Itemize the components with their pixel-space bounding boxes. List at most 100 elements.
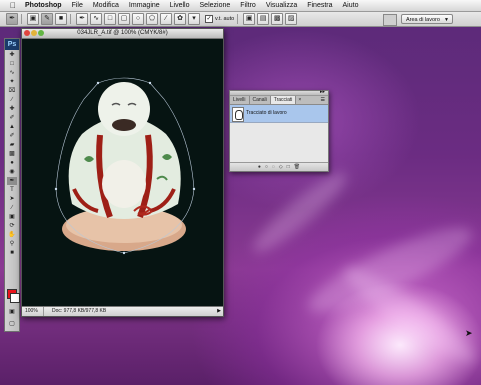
menu-filtro[interactable]: Filtro [235, 0, 261, 11]
path-thumbnail [232, 107, 244, 122]
exclude-path-area-icon[interactable]: ▨ [285, 13, 298, 25]
wallpaper-streak [246, 164, 354, 261]
fill-path-icon[interactable]: ● [258, 163, 261, 171]
zoom-level-field[interactable]: 100% [22, 307, 44, 316]
pen-icon[interactable]: ✒ [76, 13, 88, 25]
menu-file[interactable]: File [67, 0, 88, 11]
tab-close-icon[interactable]: × [296, 96, 303, 104]
path-name: Tracciato di lavoro [246, 110, 287, 116]
quick-mask-icon[interactable]: ▣ [7, 308, 17, 316]
document-title: 034JLR_A.tif @ 100% (CMYK/8#) [77, 30, 168, 36]
add-path-area-icon[interactable]: ▣ [243, 13, 256, 25]
lasso-tool-icon[interactable]: ∿ [7, 69, 17, 77]
healing-brush-tool-icon[interactable]: ✚ [7, 105, 17, 113]
mouse-pointer-icon: ➤ [465, 328, 473, 338]
menu-selezione[interactable]: Selezione [195, 0, 236, 11]
tab-canali[interactable]: Canali [250, 96, 271, 104]
menu-visualizza[interactable]: Visualizza [261, 0, 302, 11]
path-selection-tool-icon[interactable]: ➤ [7, 195, 17, 203]
ellipse-icon[interactable]: ○ [132, 13, 144, 25]
pen-tool-icon[interactable]: ✒ [7, 177, 17, 185]
chevron-down-icon: ▼ [444, 17, 449, 23]
divider [70, 14, 71, 24]
zoom-tool-icon[interactable]: ⚲ [7, 240, 17, 248]
image-canvas[interactable] [22, 39, 223, 306]
document-titlebar[interactable]: 034JLR_A.tif @ 100% (CMYK/8#) [22, 29, 223, 39]
menu-aiuto[interactable]: Aiuto [338, 0, 364, 11]
load-as-selection-icon[interactable]: ◌ [272, 163, 275, 171]
subtract-path-area-icon[interactable]: ▤ [257, 13, 270, 25]
buddha-figurine-image [54, 77, 196, 255]
menu-bar:  Photoshop File Modifica Immagine Livel… [0, 0, 481, 12]
brush-tool-icon[interactable]: ✐ [7, 114, 17, 122]
shape-layers-icon[interactable]: ▣ [27, 13, 39, 25]
marquee-tool-icon[interactable]: □ [7, 60, 17, 68]
line-icon[interactable]: ∕ [160, 13, 172, 25]
gradient-tool-icon[interactable]: ▩ [7, 150, 17, 158]
eyedropper-tool-icon[interactable]: ∕ [7, 96, 17, 104]
workspace-label: Area di lavoro [406, 17, 440, 23]
divider [21, 14, 22, 24]
default-colors-icon[interactable]: ■ [7, 249, 17, 257]
type-tool-icon[interactable]: T [7, 186, 17, 194]
rounded-rectangle-icon[interactable]: ▢ [118, 13, 130, 25]
make-work-path-icon[interactable]: ◇ [279, 163, 283, 171]
menu-modifica[interactable]: Modifica [88, 0, 124, 11]
screen-mode-icon[interactable]: ▢ [7, 320, 17, 328]
shape-tool-icon[interactable]: ∕ [7, 204, 17, 212]
workspace-switcher-icon[interactable] [383, 14, 397, 26]
3d-rotate-tool-icon[interactable]: ⟳ [7, 222, 17, 230]
intersect-path-area-icon[interactable]: ▩ [271, 13, 284, 25]
auto-add-delete-checkbox[interactable]: ✓ [205, 15, 213, 23]
panel-menu-icon[interactable]: ☰ [321, 96, 328, 104]
dodge-tool-icon[interactable]: ◉ [7, 168, 17, 176]
path-anchor [148, 81, 152, 85]
paths-mode-icon[interactable]: ✎ [41, 13, 53, 25]
document-window: 034JLR_A.tif @ 100% (CMYK/8#) 100% Doc: … [21, 28, 224, 317]
photoshop-logo[interactable]: Ps [5, 39, 19, 50]
paths-panel: ▸▸ Livelli Canali Tracciati × ☰ Tracciat… [229, 89, 329, 172]
background-color-swatch[interactable] [10, 293, 20, 303]
menu-photoshop[interactable]: Photoshop [20, 0, 67, 11]
path-row-work-path[interactable]: Tracciato di lavoro [230, 105, 328, 123]
path-anchor [96, 81, 100, 85]
panel-collapse-icon[interactable]: ▸▸ [320, 89, 325, 95]
crop-tool-icon[interactable]: ⌧ [7, 87, 17, 95]
zoom-icon[interactable] [38, 30, 44, 36]
apple-menu-icon[interactable]:  [6, 1, 20, 10]
fill-pixels-icon[interactable]: ■ [55, 13, 67, 25]
rectangle-icon[interactable]: □ [104, 13, 116, 25]
pen-tool-preset-icon[interactable]: ✒ [6, 13, 18, 25]
tools-panel: Ps ✚ □ ∿ ✦ ⌧ ∕ ✚ ✐ ▲ ✐ ▰ ▩ ● ◉ ✒ T ➤ ∕ ▣… [4, 38, 20, 332]
menu-immagine[interactable]: Immagine [124, 0, 165, 11]
tab-tracciati[interactable]: Tracciati [270, 96, 297, 104]
figurine-belly [102, 160, 146, 208]
quick-selection-tool-icon[interactable]: ✦ [7, 78, 17, 86]
new-path-icon[interactable]: □ [287, 163, 290, 171]
polygon-icon[interactable]: ⬠ [146, 13, 158, 25]
document-size-info: Doc: 977,8 KB/977,8 KB [52, 308, 107, 314]
status-menu-arrow-icon[interactable]: ▶ [215, 307, 223, 316]
freeform-pen-icon[interactable]: ∿ [90, 13, 102, 25]
history-brush-tool-icon[interactable]: ✐ [7, 132, 17, 140]
divider [237, 14, 239, 24]
stroke-path-icon[interactable]: ○ [265, 163, 268, 171]
eraser-tool-icon[interactable]: ▰ [7, 141, 17, 149]
delete-path-icon[interactable]: 🗑 [294, 163, 300, 171]
geometry-options-icon[interactable]: ▾ [188, 13, 200, 25]
hand-tool-icon[interactable]: ✋ [7, 231, 17, 239]
minimize-icon[interactable] [31, 30, 37, 36]
workspace-dropdown[interactable]: Area di lavoro ▼ [401, 14, 453, 24]
custom-shape-icon[interactable]: ✿ [174, 13, 186, 25]
blur-tool-icon[interactable]: ● [7, 159, 17, 167]
panel-tabs: Livelli Canali Tracciati × ☰ [230, 96, 328, 105]
menu-finestra[interactable]: Finestra [302, 0, 337, 11]
menu-livello[interactable]: Livello [165, 0, 195, 11]
move-tool-icon[interactable]: ✚ [7, 51, 17, 59]
tab-livelli[interactable]: Livelli [230, 96, 250, 104]
figurine-mouth [112, 119, 136, 131]
notes-tool-icon[interactable]: ▣ [7, 213, 17, 221]
clone-stamp-tool-icon[interactable]: ▲ [7, 123, 17, 131]
close-icon[interactable] [24, 30, 30, 36]
panel-titlebar[interactable]: ▸▸ [230, 89, 328, 96]
